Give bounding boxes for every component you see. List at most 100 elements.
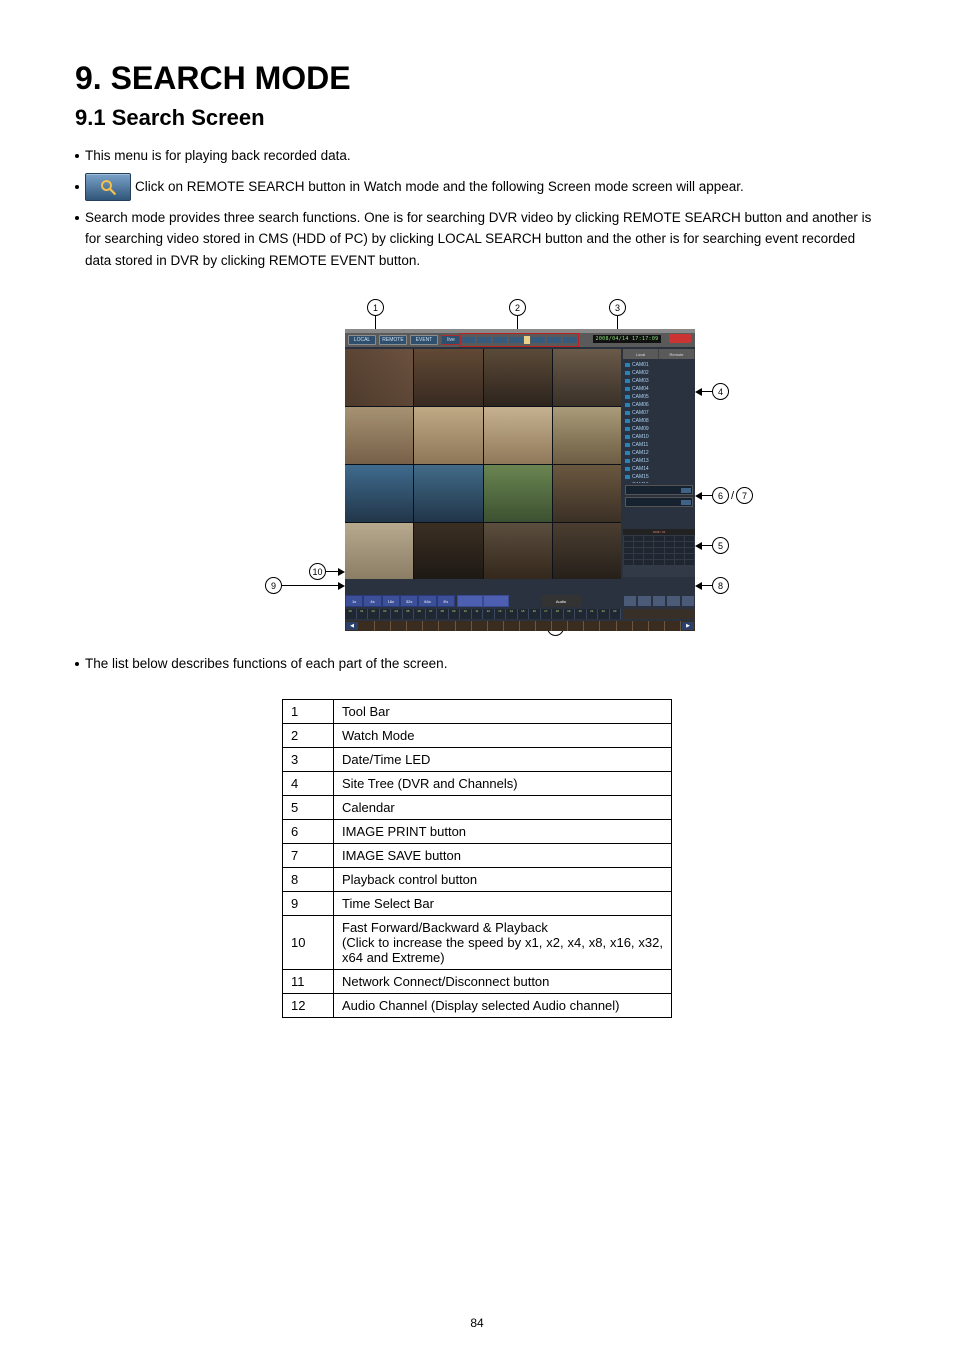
tab-remote[interactable]: Remote — [659, 349, 695, 359]
list-item[interactable]: CAM07 — [625, 409, 693, 417]
slider-knob-icon[interactable] — [524, 336, 530, 344]
speed-button[interactable]: 1x — [346, 596, 362, 606]
video-cell[interactable]: CAM 13 — [345, 523, 413, 580]
callout-circle: 3 — [609, 299, 626, 316]
video-cell[interactable]: CAM 4 — [553, 349, 621, 406]
video-cell[interactable]: CAM 5 — [345, 407, 413, 464]
callout-circle: 5 — [712, 537, 729, 554]
video-cell[interactable]: CAM 11 — [484, 465, 552, 522]
speed-button[interactable]: Ex — [438, 596, 454, 606]
table-row: 7IMAGE SAVE button — [283, 843, 672, 867]
list-item[interactable]: CAM01 — [625, 361, 693, 369]
list-item[interactable]: CAM10 — [625, 433, 693, 441]
video-cell[interactable]: CAM 15 — [484, 523, 552, 580]
remote-search-icon-button[interactable] — [85, 173, 131, 201]
site-tree-tabs: Local Remote — [623, 349, 695, 359]
table-row: 3Date/Time LED — [283, 747, 672, 771]
list-item[interactable]: CAM14 — [625, 465, 693, 473]
page: 9. SEARCH MODE 9.1 Search Screen This me… — [0, 0, 954, 1350]
callout-arrow-icon — [695, 492, 702, 500]
image-print-button[interactable] — [625, 485, 693, 495]
callout-line — [702, 495, 712, 496]
list-item[interactable]: CAM02 — [625, 369, 693, 377]
connect-buttons — [457, 595, 509, 607]
video-cell[interactable]: CAM 7 — [484, 407, 552, 464]
callout-circle: 1 — [367, 299, 384, 316]
callout-line — [375, 316, 376, 330]
list-item[interactable]: CAM03 — [625, 377, 693, 385]
list-item[interactable]: CAM13 — [625, 457, 693, 465]
camera-list: CAM01 CAM02 CAM03 CAM04 CAM05 CAM06 CAM0… — [623, 359, 695, 491]
video-cell[interactable]: CAM 1 — [345, 349, 413, 406]
callout-arrow-icon — [695, 542, 702, 550]
video-cell[interactable]: CAM 12 — [553, 465, 621, 522]
list-item[interactable]: CAM06 — [625, 401, 693, 409]
toolbar-live-chip[interactable]: live — [441, 335, 461, 345]
callout-slash: / — [731, 490, 734, 502]
bullet-4-text: The list below describes functions of ea… — [85, 653, 447, 675]
speed-button[interactable]: 16x — [383, 596, 399, 606]
callout-circle: 2 — [509, 299, 526, 316]
toolbar-remote-chip[interactable]: REMOTE — [379, 335, 407, 345]
list-item[interactable]: CAM12 — [625, 449, 693, 457]
calendar-grid — [623, 535, 695, 566]
table-row: 6IMAGE PRINT button — [283, 819, 672, 843]
callout-8: 8 — [695, 577, 729, 594]
speed-button[interactable]: 64x — [419, 596, 435, 606]
video-cell[interactable]: CAM 6 — [414, 407, 482, 464]
list-item[interactable]: CAM05 — [625, 393, 693, 401]
callout-line — [617, 316, 618, 330]
callout-4: 4 — [695, 383, 729, 400]
video-cell[interactable]: CAM 10 — [414, 465, 482, 522]
playback-controls — [623, 595, 695, 607]
bullet-1: This menu is for playing back recorded d… — [75, 145, 879, 167]
video-grid: CAM 1 CAM 2 CAM 3 CAM 4 CAM 5 CAM 6 CAM … — [345, 349, 621, 579]
pb-stop-icon[interactable] — [667, 596, 679, 606]
pb-rewind-icon[interactable] — [624, 596, 636, 606]
table-row: 1Tool Bar — [283, 699, 672, 723]
video-cell[interactable]: CAM 3 — [484, 349, 552, 406]
image-save-button[interactable] — [625, 497, 693, 507]
function-list-table: 1Tool Bar 2Watch Mode 3Date/Time LED 4Si… — [282, 699, 672, 1018]
video-cell[interactable]: CAM 14 — [414, 523, 482, 580]
video-cell[interactable]: CAM 8 — [553, 407, 621, 464]
list-item[interactable]: CAM15 — [625, 473, 693, 481]
table-row: 8Playback control button — [283, 867, 672, 891]
callout-5: 5 — [695, 537, 729, 554]
callout-line — [517, 316, 518, 330]
bullet-4: The list below describes functions of ea… — [75, 653, 879, 675]
video-cell[interactable]: CAM 9 — [345, 465, 413, 522]
table-row: 10Fast Forward/Backward & Playback (Clic… — [283, 915, 672, 969]
callout-circle: 7 — [736, 487, 753, 504]
pb-play-icon[interactable] — [638, 596, 650, 606]
callout-arrow-icon — [338, 568, 345, 576]
toolbar-local-chip[interactable]: LOCAL — [348, 335, 376, 345]
list-item[interactable]: CAM09 — [625, 425, 693, 433]
figure-wrap: 1 2 3 4 6 — [75, 299, 879, 629]
nav-left-icon[interactable]: ◀ — [346, 622, 358, 630]
callout-circle: 4 — [712, 383, 729, 400]
disconnect-button[interactable] — [484, 596, 508, 606]
table-row: 11Network Connect/Disconnect button — [283, 969, 672, 993]
time-select-bar[interactable]: 00 01 02 03 04 05 06 07 08 09 10 11 12 1… — [345, 609, 621, 619]
tab-local[interactable]: Local — [623, 349, 659, 359]
bullet-dot-icon — [75, 185, 79, 189]
nav-right-icon[interactable]: ▶ — [682, 622, 694, 630]
speed-button[interactable]: 32x — [401, 596, 417, 606]
list-item[interactable]: CAM11 — [625, 441, 693, 449]
window-close-icon[interactable] — [669, 334, 691, 343]
pb-pause-icon[interactable] — [653, 596, 665, 606]
watch-mode-slider[interactable] — [459, 333, 579, 347]
connect-button[interactable] — [458, 596, 482, 606]
timeline-side — [623, 609, 695, 619]
speed-button[interactable]: 4x — [364, 596, 380, 606]
calendar[interactable]: 2008 / 04 — [623, 529, 695, 577]
callout-circle: 6 — [712, 487, 729, 504]
toolbar-event-chip[interactable]: EVENT — [410, 335, 438, 345]
video-cell[interactable]: CAM 16 — [553, 523, 621, 580]
pb-forward-icon[interactable] — [682, 596, 694, 606]
list-item[interactable]: CAM08 — [625, 417, 693, 425]
list-item[interactable]: CAM04 — [625, 385, 693, 393]
bullet-dot-icon — [75, 216, 79, 220]
video-cell[interactable]: CAM 2 — [414, 349, 482, 406]
